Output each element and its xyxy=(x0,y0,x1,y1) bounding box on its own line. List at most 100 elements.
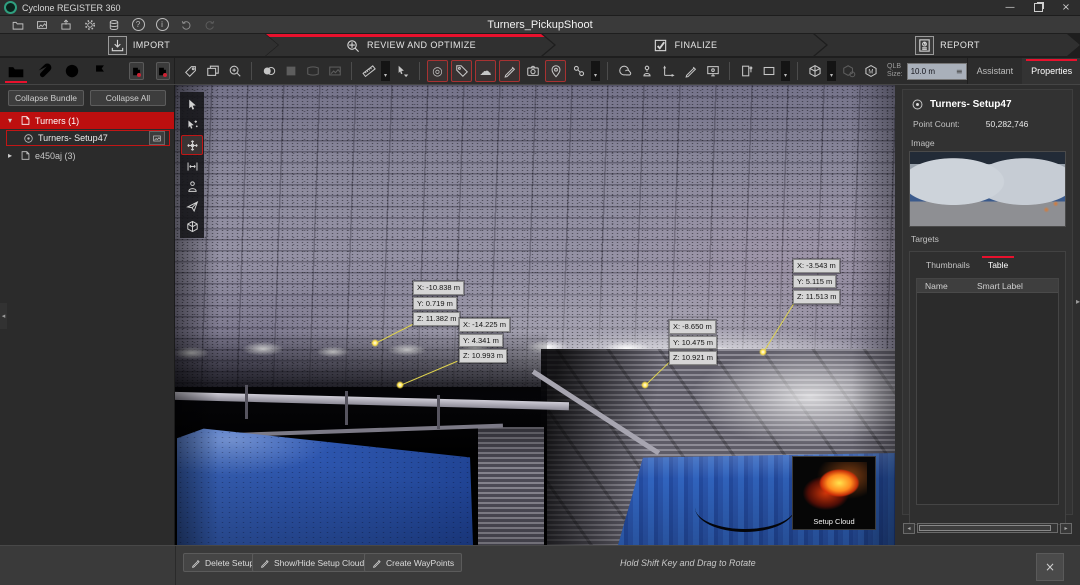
geotag-tool[interactable] xyxy=(615,61,634,81)
setup-panorama-thumbnail[interactable] xyxy=(909,151,1066,227)
tree-item-turners-setup47[interactable]: Turners- Setup47 xyxy=(6,130,170,146)
setup-position-tool[interactable] xyxy=(637,61,656,81)
tab-assistant[interactable]: Assistant xyxy=(968,58,1023,84)
split-bundle-button[interactable] xyxy=(156,62,171,80)
pen-icon xyxy=(191,558,201,568)
select-tool[interactable] xyxy=(182,95,202,113)
workflow-step-review-and-optimize[interactable]: REVIEW AND OPTIMIZE xyxy=(266,34,554,56)
measurement-anchor-flare xyxy=(641,381,649,389)
scroll-left-button[interactable]: ◂ xyxy=(903,523,915,534)
measure-distance-tool[interactable] xyxy=(182,157,202,175)
limit-box-reset-tool[interactable] xyxy=(839,61,858,81)
toggle-waypoints[interactable] xyxy=(545,60,566,82)
restore-button[interactable] xyxy=(1024,0,1052,15)
limit-box-manager-tool[interactable] xyxy=(861,61,880,81)
limit-box-dropdown[interactable]: ▾ xyxy=(827,61,836,81)
fence-tool-dropdown[interactable]: ▾ xyxy=(781,61,790,81)
minimize-button[interactable]: — xyxy=(996,0,1024,15)
chevron-down-icon: ▾ xyxy=(784,72,787,79)
left-panel-tabs xyxy=(0,58,175,84)
measure-tool-dropdown[interactable]: ▾ xyxy=(381,61,390,81)
measurement-label[interactable]: X: -3.543 m Y: 5.115 m Z: 11.513 m xyxy=(793,259,840,306)
close-toolbar-button[interactable]: × xyxy=(1036,553,1064,581)
tree-item-e450aj-bundle[interactable]: ▸ e450aj (3) xyxy=(0,147,174,164)
setup-cloud-inset[interactable]: Setup Cloud xyxy=(792,456,876,530)
show-hide-setup-clouds-button[interactable]: Show/Hide Setup Clouds xyxy=(252,553,377,572)
new-bundle-button[interactable] xyxy=(129,62,144,80)
tree-item-turners-bundle[interactable]: ▾ Turners (1) xyxy=(0,112,174,129)
fence-tool[interactable] xyxy=(759,61,778,81)
panel-pin-icon xyxy=(740,64,754,78)
pan-tool[interactable] xyxy=(181,135,203,155)
tab-project-explorer[interactable] xyxy=(7,61,25,81)
measurement-anchor-flare xyxy=(371,339,379,347)
panel-expand-handle[interactable]: ▸ xyxy=(1076,297,1080,306)
image-view-tool[interactable] xyxy=(325,61,344,81)
about-button[interactable]: i xyxy=(150,17,174,32)
tab-attachments[interactable] xyxy=(35,61,53,81)
axes-icon xyxy=(662,64,676,78)
workflow-step-finalize[interactable]: FINALIZE xyxy=(543,34,826,56)
qlb-size-control: QLB Size: 10.0 m ≡ xyxy=(887,63,967,80)
move-setup-tool[interactable] xyxy=(659,61,678,81)
help-button[interactable]: ? xyxy=(126,17,150,32)
fill-mode-tool[interactable] xyxy=(281,61,300,81)
close-button[interactable]: × xyxy=(1052,0,1080,15)
tab-filters[interactable] xyxy=(91,61,109,81)
panorama-view-tool[interactable] xyxy=(303,61,322,81)
edit-tag-tool[interactable] xyxy=(181,61,200,81)
annotate-tool[interactable] xyxy=(681,61,700,81)
toggle-targets[interactable]: ◎ xyxy=(427,60,448,82)
chevron-down-icon: ▾ xyxy=(830,72,833,79)
tab-thumbnails[interactable]: Thumbnails xyxy=(918,256,978,274)
undo-button[interactable] xyxy=(174,17,198,32)
limit-box-tool[interactable] xyxy=(805,61,824,81)
tab-table[interactable]: Table xyxy=(980,256,1016,274)
zoom-window-icon xyxy=(228,64,242,78)
panel-pin-tool[interactable] xyxy=(737,61,756,81)
measurement-label[interactable]: X: -10.838 m Y: 0.719 m Z: 11.382 m xyxy=(413,281,464,328)
pen-icon xyxy=(260,558,270,568)
cursor-spark-icon xyxy=(186,118,199,131)
pin-person-icon xyxy=(640,64,654,78)
measurement-label[interactable]: X: -14.225 m Y: 4.341 m Z: 10.993 m xyxy=(459,318,510,365)
visual-mode-tool[interactable] xyxy=(259,61,278,81)
panoramic-view-tool[interactable] xyxy=(182,177,202,195)
toggle-images[interactable] xyxy=(523,61,542,81)
cascade-views-tool[interactable] xyxy=(203,61,222,81)
orbit-view-tool[interactable] xyxy=(182,217,202,235)
toggle-measurements[interactable] xyxy=(499,60,520,82)
redo-button[interactable] xyxy=(198,17,222,32)
measure-tool[interactable] xyxy=(359,61,378,81)
point-cloud-viewport[interactable]: X: -10.838 m Y: 0.719 m Z: 11.382 m X: -… xyxy=(175,85,895,545)
toggle-links[interactable] xyxy=(569,61,588,81)
pick-point-tool[interactable] xyxy=(393,61,412,81)
scroll-right-button[interactable]: ▸ xyxy=(1060,523,1072,534)
screen-capture-tool[interactable] xyxy=(703,61,722,81)
qlb-size-input[interactable]: 10.0 m ≡ xyxy=(907,63,967,80)
targets-table[interactable]: Name Smart Label xyxy=(916,278,1059,505)
links-dropdown[interactable]: ▾ xyxy=(591,61,600,81)
collapse-all-button[interactable]: Collapse All xyxy=(90,90,166,106)
multi-select-tool[interactable] xyxy=(182,115,202,133)
scrollbar-thumb[interactable] xyxy=(919,525,1051,531)
fly-tool[interactable] xyxy=(182,197,202,215)
report-icon xyxy=(915,36,934,55)
create-waypoints-button[interactable]: Create WayPoints xyxy=(364,553,462,572)
right-panel-tabs: Assistant Properties xyxy=(967,58,1080,84)
tab-properties[interactable]: Properties xyxy=(1022,58,1080,84)
measurement-label[interactable]: X: -8.650 m Y: 10.475 m Z: 10.921 m xyxy=(669,320,717,367)
horizontal-scrollbar[interactable]: ◂ ▸ xyxy=(903,523,1072,533)
panel-collapse-handle[interactable]: ◂ xyxy=(0,303,7,329)
slider-icon: ≡ xyxy=(956,67,963,76)
zoom-window-tool[interactable] xyxy=(225,61,244,81)
tab-sites[interactable] xyxy=(63,61,81,81)
toggle-clouds[interactable]: ☁ xyxy=(475,60,496,82)
targets-box: Thumbnails Table Name Smart Label xyxy=(909,251,1066,525)
setup-image-badge[interactable] xyxy=(149,131,165,145)
toggle-tags[interactable] xyxy=(451,60,472,82)
move-icon xyxy=(186,139,199,152)
workflow-step-report[interactable]: REPORT xyxy=(815,34,1080,56)
collapse-bundle-button[interactable]: Collapse Bundle xyxy=(8,90,84,106)
scrollbar-track[interactable] xyxy=(917,523,1058,533)
